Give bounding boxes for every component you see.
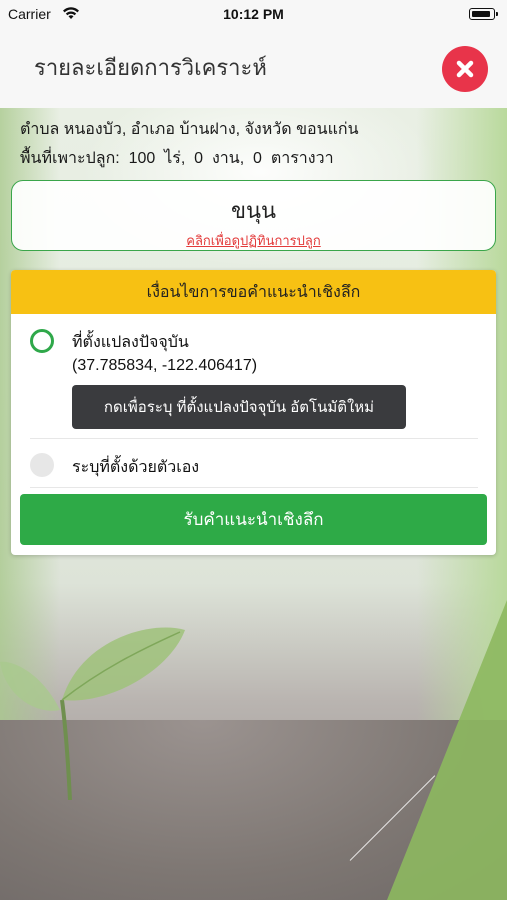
coordinates-text: (37.785834, -122.406417) xyxy=(72,357,258,374)
plot-info: ตำบล หนองบัว, อำเภอ บ้านฝาง, จังหวัด ขอน… xyxy=(20,115,490,173)
crop-calendar-link[interactable]: คลิกเพื่อดูปฏิทินการปลูก xyxy=(12,230,495,251)
divider xyxy=(30,438,478,439)
background-green-triangle xyxy=(387,600,507,900)
status-time: 10:12 PM xyxy=(223,6,284,22)
battery-icon xyxy=(469,8,498,20)
radio-unselected-icon[interactable] xyxy=(30,453,54,477)
status-bar: Carrier 10:12 PM xyxy=(0,0,507,28)
relocate-button[interactable]: กดเพื่อระบุ ที่ตั้งแปลงปัจจุบัน อัตโนมัต… xyxy=(72,385,406,429)
option-current-location-label: ที่ตั้งแปลงปัจจุบัน xyxy=(72,334,189,351)
seedling-illustration xyxy=(0,627,185,800)
get-advice-button[interactable]: รับคำแนะนำเชิงลึก xyxy=(20,494,487,545)
radio-selected-icon[interactable] xyxy=(30,329,54,353)
app-header: รายละเอียดการวิเคราะห์ xyxy=(0,28,507,108)
option-manual-location[interactable]: ระบุที่ตั้งด้วยตัวเอง xyxy=(11,440,496,488)
divider xyxy=(30,487,478,488)
crop-card[interactable]: ขนุน คลิกเพื่อดูปฏิทินการปลูก xyxy=(11,180,496,251)
plot-area: พื้นที่เพาะปลูก: 100 ไร่, 0 งาน, 0 ตาราง… xyxy=(20,150,334,167)
close-button[interactable] xyxy=(442,46,488,92)
crop-name: ขนุน xyxy=(230,198,277,223)
plot-location: ตำบล หนองบัว, อำเภอ บ้านฝาง, จังหวัด ขอน… xyxy=(20,121,359,138)
close-icon xyxy=(456,60,474,78)
advice-panel: เงื่อนไขการขอคำแนะนำเชิงลึก ที่ตั้งแปลงป… xyxy=(11,270,496,555)
page-title: รายละเอียดการวิเคราะห์ xyxy=(34,55,267,80)
advice-panel-header: เงื่อนไขการขอคำแนะนำเชิงลึก xyxy=(11,270,496,314)
option-current-location[interactable]: ที่ตั้งแปลงปัจจุบัน (37.785834, -122.406… xyxy=(11,314,496,439)
option-manual-location-label: ระบุที่ตั้งด้วยตัวเอง xyxy=(72,459,200,476)
